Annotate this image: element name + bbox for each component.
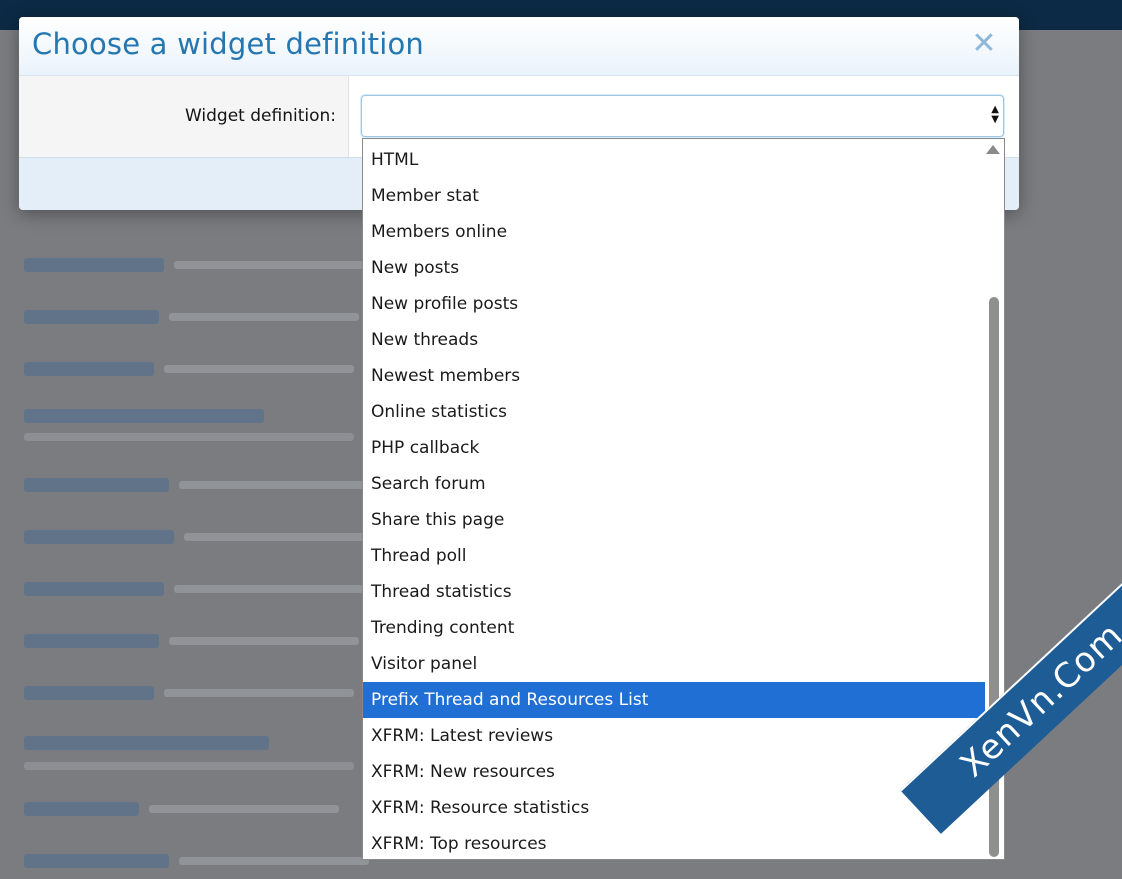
dropdown-option[interactable]: New threads	[363, 322, 985, 358]
dropdown-option[interactable]: Members online	[363, 214, 985, 250]
dropdown-option[interactable]: New profile posts	[363, 286, 985, 322]
dropdown-option[interactable]: HTML	[363, 142, 985, 178]
dropdown-option[interactable]: Online statistics	[363, 394, 985, 430]
widget-definition-select[interactable]: ▲ ▼	[361, 95, 1004, 137]
dropdown-option[interactable]: Newest members	[363, 358, 985, 394]
label-cell: Widget definition:	[19, 76, 349, 157]
dialog-title: Choose a widget definition	[32, 27, 424, 61]
dropdown-option[interactable]: Search forum	[363, 466, 985, 502]
dropdown-option[interactable]: Share this page	[363, 502, 985, 538]
dropdown-option[interactable]: Member stat	[363, 178, 985, 214]
dropdown-option[interactable]: PHP callback	[363, 430, 985, 466]
dropdown-option[interactable]: Thread poll	[363, 538, 985, 574]
dropdown-option[interactable]: XFRM: Top resources	[363, 826, 985, 859]
dropdown-option[interactable]: Trending content	[363, 610, 985, 646]
dropdown-option[interactable]: Thread statistics	[363, 574, 985, 610]
dropdown-option[interactable]: Visitor panel	[363, 646, 985, 682]
dialog-header: Choose a widget definition ✕	[19, 17, 1019, 76]
dropdown-option[interactable]: XFRM: Resource statistics	[363, 790, 985, 826]
dropdown-option[interactable]: Prefix Thread and Resources List	[363, 682, 985, 718]
scroll-up-arrow-icon[interactable]	[986, 145, 1000, 154]
widget-definition-label: Widget definition:	[184, 106, 336, 126]
dropdown-option[interactable]: XFRM: New resources	[363, 754, 985, 790]
close-icon[interactable]: ✕	[969, 29, 999, 59]
dropdown-option[interactable]: New posts	[363, 250, 985, 286]
select-arrows-icon: ▲ ▼	[991, 104, 999, 125]
dropdown-option[interactable]: XFRM: Latest reviews	[363, 718, 985, 754]
widget-definition-listbox[interactable]: HTML Member stat Members online New posts Ne…	[362, 138, 1005, 860]
